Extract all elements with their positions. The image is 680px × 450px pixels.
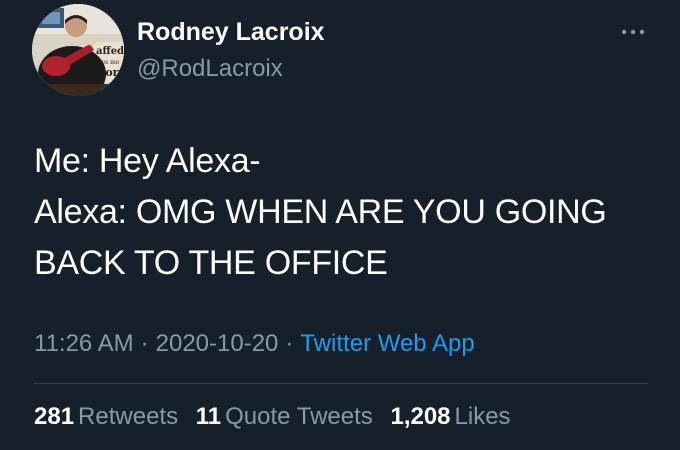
quote-tweets-label: Quote Tweets xyxy=(225,403,373,430)
divider xyxy=(34,383,648,384)
author-display-name[interactable]: Rodney Lacroix xyxy=(137,18,325,47)
tweet-text: Me: Hey Alexa- Alexa: OMG WHEN ARE YOU G… xyxy=(34,136,654,289)
more-options-button[interactable] xyxy=(615,20,651,44)
retweets-count: 281 xyxy=(34,403,75,430)
more-horizontal-icon xyxy=(621,29,645,35)
avatar[interactable]: affed kes me oor xyxy=(32,4,124,96)
tweet-text-line: Me: Hey Alexa- xyxy=(34,142,261,180)
likes-label: Likes xyxy=(454,403,511,430)
meta-separator: · xyxy=(285,330,294,357)
tweet-text-line: BACK TO THE OFFICE xyxy=(34,244,388,282)
meta-separator: · xyxy=(140,330,149,357)
tweet-metadata: 11:26 AM · 2020-10-20 · Twitter Web App xyxy=(34,330,475,358)
svg-text:affed: affed xyxy=(96,46,124,57)
retweets-stat[interactable]: 281 Retweets xyxy=(34,403,178,431)
quote-tweets-stat[interactable]: 11 Quote Tweets xyxy=(196,403,373,431)
tweet-time[interactable]: 11:26 AM xyxy=(34,330,134,357)
quote-tweets-count: 11 xyxy=(195,403,222,430)
retweets-label: Retweets xyxy=(78,403,179,430)
avatar-photo: affed kes me oor xyxy=(32,4,124,96)
author-handle[interactable]: @RodLacroix xyxy=(137,55,283,83)
likes-stat[interactable]: 1,208 Likes xyxy=(390,403,510,431)
tweet-source-link[interactable]: Twitter Web App xyxy=(300,330,474,357)
engagement-stats: 281 Retweets 11 Quote Tweets 1,208 Likes xyxy=(34,403,522,431)
tweet-detail: affed kes me oor Rodney Lacroix @RodLacr… xyxy=(0,0,680,450)
likes-count: 1,208 xyxy=(390,403,451,430)
tweet-text-line: Alexa: OMG WHEN ARE YOU GOING xyxy=(34,193,607,231)
tweet-date[interactable]: 2020-10-20 xyxy=(156,330,279,357)
